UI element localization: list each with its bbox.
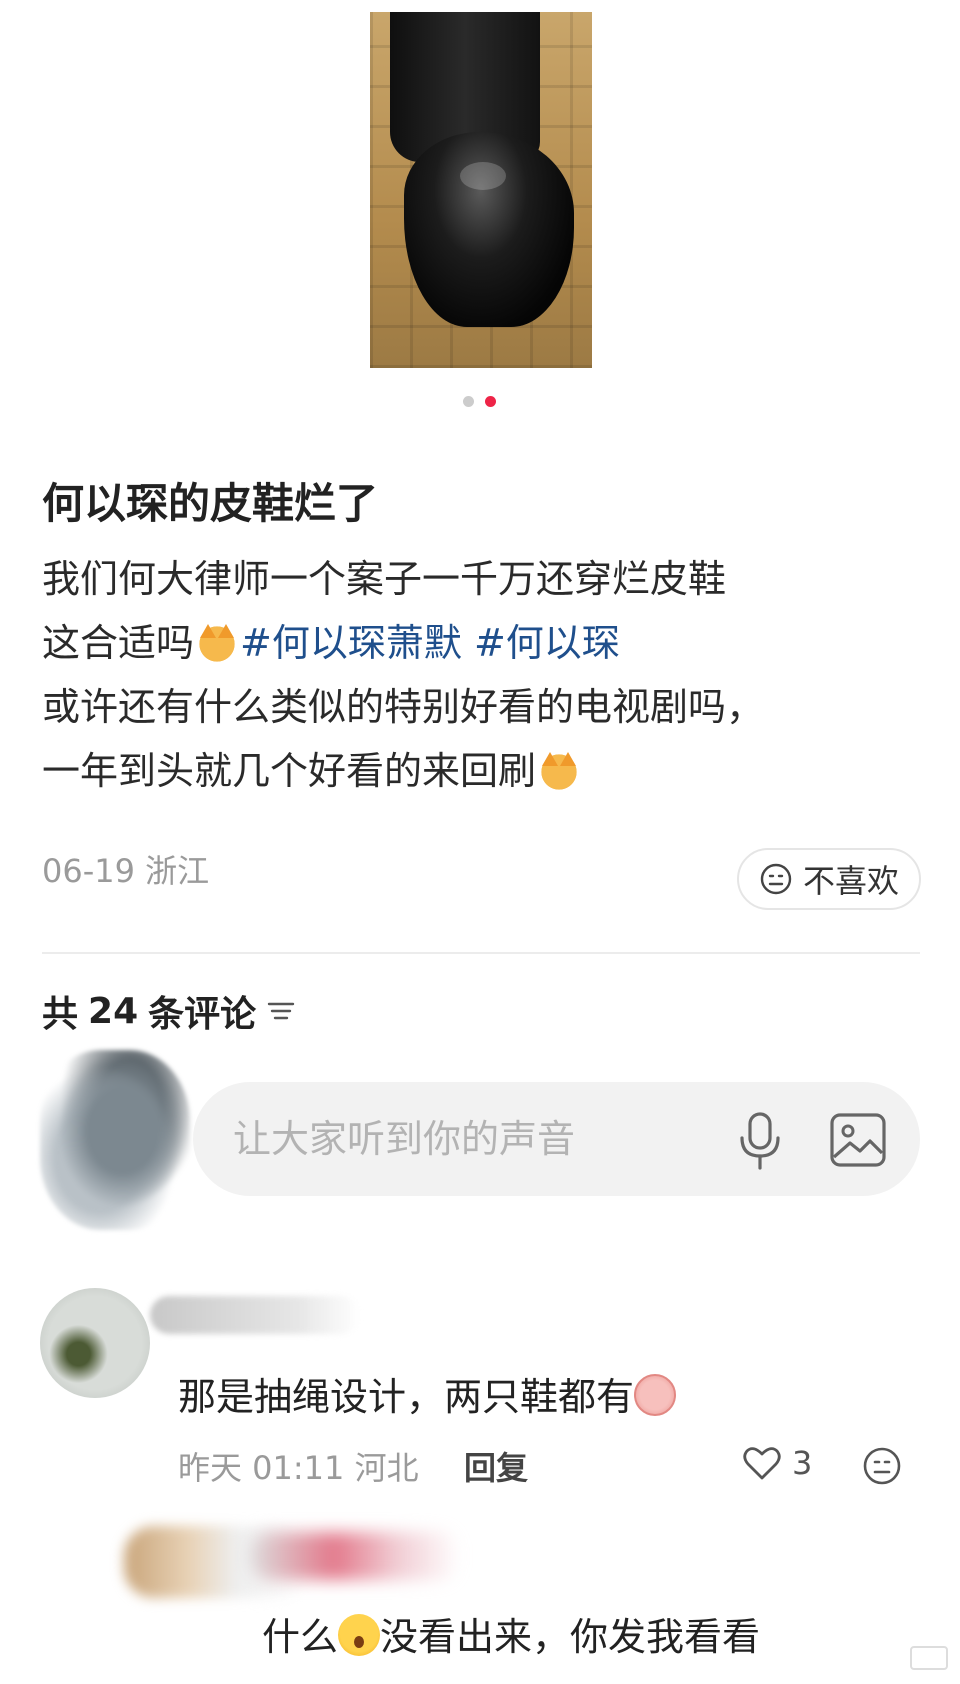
comment-time: 昨天 01:11 (178, 1449, 345, 1487)
post-body-line-4: 一年到头就几个好看的来回刷 (42, 744, 583, 798)
like-count: 3 (792, 1444, 813, 1482)
sort-icon[interactable] (266, 998, 296, 1024)
comment-count-prefix: 共 (42, 994, 79, 1035)
comment-location: 河北 (354, 1449, 419, 1487)
hashtag-link[interactable]: #何以琛 (474, 621, 620, 665)
watermark-icon (910, 1646, 948, 1670)
comment-text: 什么 没看出来，你发我看看 (262, 1606, 760, 1661)
commenter-name-blurred[interactable] (250, 1532, 460, 1580)
meh-face-icon[interactable] (862, 1446, 902, 1486)
carousel-dot-2-active[interactable] (485, 396, 496, 407)
comment-count-header: 共 24 条评论 (42, 985, 296, 1037)
post-image[interactable] (370, 12, 592, 368)
image-upload-icon[interactable] (828, 1111, 888, 1169)
dislike-button[interactable]: 不喜欢 (737, 848, 921, 910)
comment-input[interactable] (231, 1116, 705, 1162)
divider (42, 952, 920, 954)
post-body-line-3: 或许还有什么类似的特别好看的电视剧吗， (42, 685, 765, 729)
post-title: 何以琛的皮鞋烂了 (42, 479, 379, 528)
comment-input-bar[interactable] (193, 1082, 920, 1196)
reply-button[interactable]: 回复 (464, 1443, 528, 1489)
like-button[interactable]: 3 (742, 1444, 812, 1482)
crying-emoji-icon (634, 1374, 677, 1416)
post-location: 浙江 (145, 852, 210, 890)
post-body-line-2: 这合适吗 #何以琛萧默 #何以琛 (42, 616, 620, 670)
post-body-line-1: 我们何大律师一个案子一千万还穿烂皮鞋 (42, 557, 727, 601)
post-meta: 06-19 浙江 (42, 846, 209, 892)
post-body-text: 一年到头就几个好看的来回刷 (42, 749, 537, 793)
surprised-emoji-icon (338, 1614, 381, 1656)
shoe-highlight (460, 162, 506, 190)
comment-text-content: 没看出来，你发我看看 (380, 1615, 761, 1659)
comment-count-suffix: 条评论 (148, 994, 257, 1035)
meh-face-icon (760, 863, 792, 895)
crying-cat-emoji-icon (194, 622, 241, 662)
comment-count-number: 24 (88, 990, 139, 1032)
crying-cat-emoji-icon (536, 750, 583, 790)
my-avatar[interactable] (40, 1050, 190, 1230)
commenter-name-blurred[interactable] (150, 1296, 360, 1334)
comment-meta: 昨天 01:11 河北 (178, 1443, 419, 1489)
commenter-avatar[interactable] (40, 1288, 150, 1398)
post-body-text: 这合适吗 (42, 621, 195, 665)
dislike-label: 不喜欢 (802, 862, 899, 900)
post-date: 06-19 (42, 852, 135, 890)
microphone-icon[interactable] (732, 1110, 788, 1172)
shoe-graphic (404, 132, 574, 327)
hashtag-link[interactable]: #何以琛萧默 (240, 621, 462, 665)
comment-text-content: 那是抽绳设计，两只鞋都有 (178, 1375, 635, 1419)
heart-icon (743, 1447, 781, 1480)
comment-text-content: 什么 (262, 1615, 339, 1659)
comment-text: 那是抽绳设计，两只鞋都有 (178, 1366, 677, 1421)
carousel-dot-1[interactable] (463, 396, 474, 407)
